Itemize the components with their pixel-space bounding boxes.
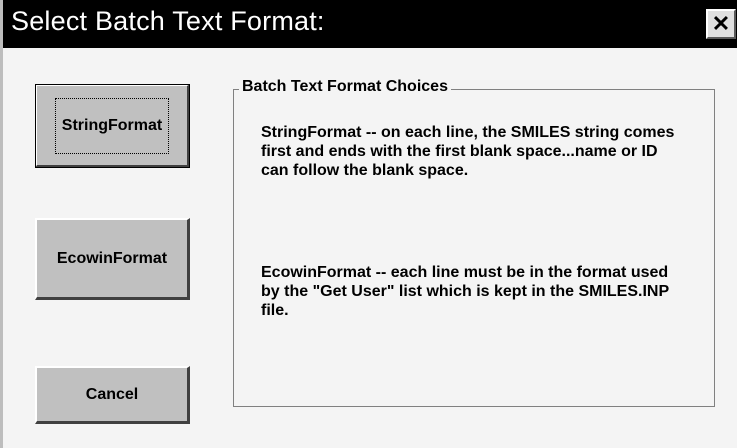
close-button[interactable]: ✕ <box>706 9 736 39</box>
dialog-window: Select Batch Text Format: ✕ StringFormat… <box>0 0 737 448</box>
close-icon: ✕ <box>711 11 731 36</box>
title-bar[interactable]: Select Batch Text Format: ✕ <box>3 0 737 48</box>
cancel-button[interactable]: Cancel <box>35 366 190 424</box>
ecowin-format-description: EcowinFormat -- each line must be in the… <box>261 264 669 319</box>
ecowin-format-button[interactable]: EcowinFormat <box>35 218 190 300</box>
string-format-button[interactable]: StringFormat <box>35 84 190 168</box>
cancel-button-label: Cancel <box>85 385 139 403</box>
string-format-button-label: StringFormat <box>54 97 170 154</box>
groupbox-legend: Batch Text Format Choices <box>239 78 451 96</box>
string-format-description: StringFormat -- on each line, the SMILES… <box>261 124 675 179</box>
ecowin-format-button-label: EcowinFormat <box>56 249 168 267</box>
dialog-title: Select Batch Text Format: <box>11 6 325 36</box>
dialog-body: StringFormat EcowinFormat Cancel Batch T… <box>3 48 737 448</box>
